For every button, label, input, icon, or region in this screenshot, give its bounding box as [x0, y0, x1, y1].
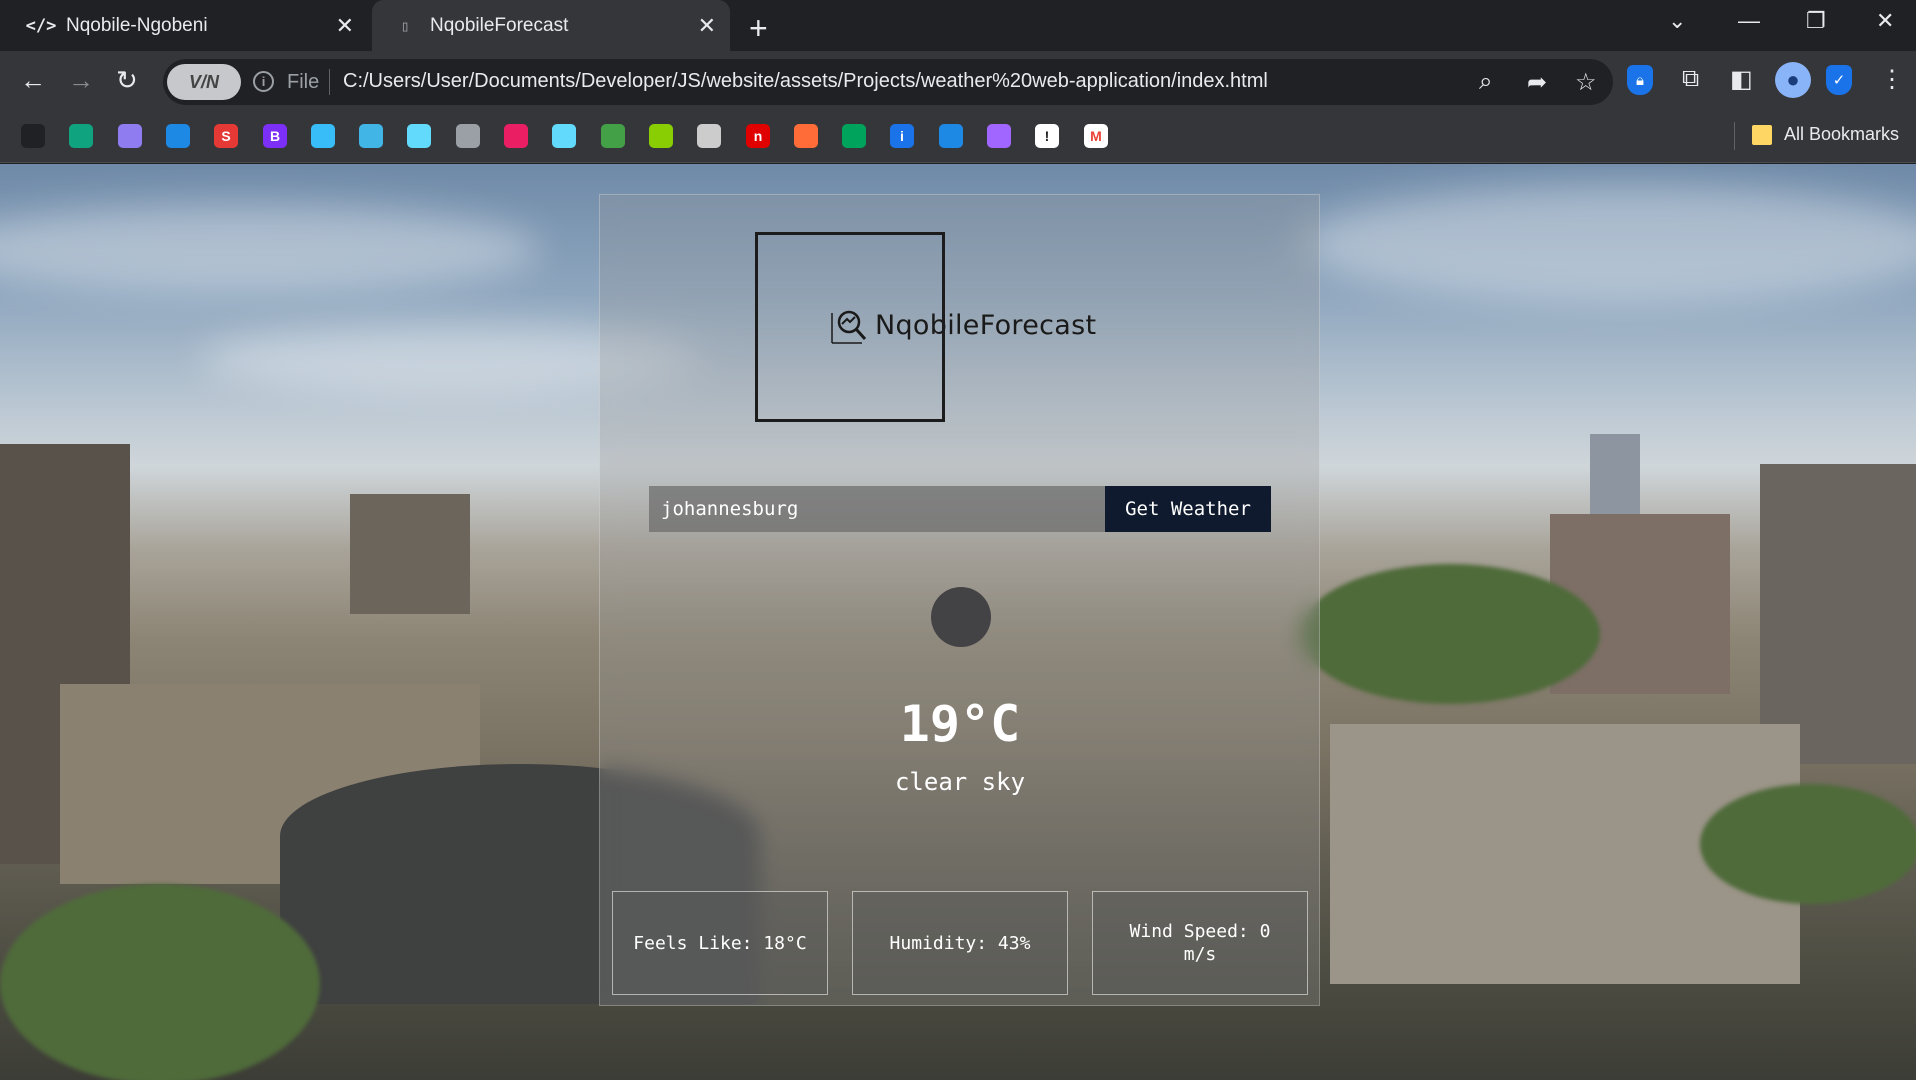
reload-button[interactable]: ↻	[116, 65, 138, 96]
profile-avatar[interactable]: ●	[1775, 62, 1811, 98]
bookmark-react-bootstrap-icon[interactable]	[359, 124, 383, 148]
weather-description: clear sky	[894, 768, 1026, 796]
bookmark-vscode-icon[interactable]	[939, 124, 963, 148]
menu-icon[interactable]: ⋮	[1880, 65, 1904, 94]
page-icon: ▯	[400, 16, 410, 35]
share-icon[interactable]: ➦	[1527, 68, 1547, 97]
humidity-card: Humidity: 43%	[852, 891, 1068, 995]
all-bookmarks-button[interactable]: All Bookmarks	[1752, 124, 1899, 145]
bookmark-gemini-icon[interactable]	[118, 124, 142, 148]
close-window-button[interactable]: ✕	[1876, 8, 1894, 34]
bookmark-node-icon[interactable]	[601, 124, 625, 148]
cloud	[0, 204, 540, 294]
tab-title: NqobileForecast	[430, 14, 569, 36]
weather-icon	[931, 587, 991, 647]
bookmarks-bar: All Bookmarks S Bn i! M	[0, 111, 1916, 163]
bookmark-copilot-icon[interactable]	[987, 124, 1011, 148]
bitwarden-icon[interactable]: 🔒︎	[1627, 65, 1653, 95]
building	[350, 494, 470, 614]
close-icon[interactable]: ✕	[698, 13, 716, 39]
info-icon[interactable]: i	[253, 71, 274, 92]
star-icon[interactable]: ☆	[1575, 68, 1597, 97]
bookmark-chatgpt-icon[interactable]	[69, 124, 93, 148]
bookmark-github-icon[interactable]	[21, 124, 45, 148]
close-icon[interactable]: ✕	[336, 13, 354, 39]
trees	[0, 884, 320, 1080]
forward-button[interactable]: →	[68, 65, 94, 96]
trees	[1700, 784, 1916, 904]
url-text[interactable]: C:/Users/User/Documents/Developer/JS/web…	[343, 70, 1268, 93]
browser-toolbar: ← → ↻ V/N i File C:/Users/User/Documents…	[0, 51, 1916, 111]
bookmark-cmd-app-icon[interactable]: !	[1035, 124, 1059, 148]
bookmark-greensock-icon[interactable]	[649, 124, 673, 148]
brand-name: NqobileForecast	[875, 310, 1097, 341]
tab-search-icon[interactable]: ⌄	[1668, 8, 1686, 34]
address-bar[interactable]: V/N i File C:/Users/User/Documents/Devel…	[163, 59, 1613, 105]
wind-speed-card: Wind Speed: 0 m/s	[1092, 891, 1308, 995]
back-button[interactable]: ←	[20, 65, 46, 96]
trees	[1300, 564, 1600, 704]
bookmark-s-app-icon[interactable]: S	[214, 124, 238, 148]
building	[1760, 464, 1916, 764]
code-icon: </>	[25, 15, 57, 36]
bookmark-info-app-icon[interactable]: i	[890, 124, 914, 148]
vpn-badge[interactable]: V/N	[167, 64, 241, 100]
security-extension-icon[interactable]: ✓	[1826, 65, 1852, 95]
restore-button[interactable]: ❐	[1806, 8, 1826, 34]
all-bookmarks-label: All Bookmarks	[1784, 124, 1900, 144]
bookmark-codesandbox-icon[interactable]	[697, 124, 721, 148]
bookmark-postman-icon[interactable]	[794, 124, 818, 148]
bookmark-gmail-icon[interactable]: M	[1084, 124, 1108, 148]
bookmark-bootstrap-icon[interactable]: B	[263, 124, 287, 148]
feels-like-card: Feels Like: 18°C	[612, 891, 828, 995]
bookmark-material-ui-icon[interactable]	[166, 124, 190, 148]
divider	[1734, 122, 1735, 150]
bookmark-react-blue-icon[interactable]	[552, 124, 576, 148]
cloud	[1300, 184, 1916, 304]
bookmark-react-pink-icon[interactable]	[504, 124, 528, 148]
bookmark-mongodb-icon[interactable]	[842, 124, 866, 148]
extensions-icon[interactable]: ⧉	[1682, 65, 1699, 93]
tab-title: Nqobile-Ngobeni	[66, 14, 208, 36]
zoom-icon[interactable]: ⌕	[1479, 68, 1492, 96]
temperature: 19°C	[899, 695, 1021, 753]
minimize-button[interactable]: —	[1738, 8, 1760, 34]
tab-strip: </> Nqobile-Ngobeni ✕ ▯ NqobileForecast …	[0, 0, 1916, 51]
bookmark-tailwind-icon[interactable]	[311, 124, 335, 148]
bookmark-web-icon[interactable]	[456, 124, 480, 148]
bookmark-n-app-icon[interactable]: n	[746, 124, 770, 148]
bookmark-react-icon[interactable]	[407, 124, 431, 148]
tab-nqobileforecast[interactable]: ▯ NqobileForecast ✕	[372, 0, 730, 51]
side-panel-icon[interactable]: ◧	[1730, 65, 1753, 94]
get-weather-button[interactable]: Get Weather	[1105, 486, 1271, 532]
chart-logo-icon	[831, 310, 867, 344]
new-tab-button[interactable]: +	[749, 10, 768, 47]
divider	[329, 69, 330, 95]
folder-icon	[1752, 124, 1772, 145]
file-label: File	[287, 71, 320, 93]
tab-nqobile-ngobeni[interactable]: </> Nqobile-Ngobeni ✕	[18, 0, 368, 51]
city-search-input[interactable]	[649, 486, 1105, 532]
